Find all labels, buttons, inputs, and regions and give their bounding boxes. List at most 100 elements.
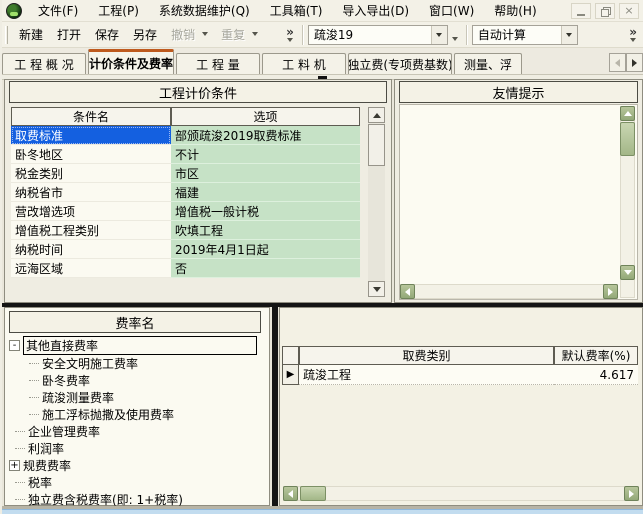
minimize-button[interactable]	[571, 2, 591, 19]
tree-item-label[interactable]: 独立费含税费率(即: 1+税率)	[28, 491, 183, 508]
tree-connector	[29, 379, 39, 381]
tips-scroll-down-button[interactable]	[620, 265, 635, 280]
tab-scroll-buttons	[609, 53, 643, 72]
tree-item-label[interactable]: 施工浮标抛撒及使用费率	[42, 406, 174, 423]
rate-hscroll-thumb[interactable]	[300, 486, 326, 501]
tree-item-regulation-fees[interactable]: + 规费费率	[9, 457, 71, 473]
toolbar-overflow-button-2[interactable]: »	[625, 26, 641, 42]
tree-item-enterprise-mgmt[interactable]: 企业管理费率	[15, 423, 100, 439]
tab-quantities[interactable]: 工 程 量	[176, 53, 260, 74]
new-button[interactable]: 新建	[12, 23, 50, 46]
tree-collapse-icon[interactable]: -	[9, 339, 20, 351]
tree-item-label[interactable]: 规费费率	[23, 457, 71, 474]
pricing-scroll-down-button[interactable]	[368, 281, 385, 297]
tree-item-safety-civilized[interactable]: 安全文明施工费率	[29, 355, 138, 371]
tab-scroll-left-button[interactable]	[609, 53, 626, 72]
combo-arrow-icon	[436, 32, 443, 37]
tips-scroll-left-button[interactable]	[400, 284, 415, 299]
tips-content[interactable]	[399, 104, 638, 300]
rate-scroll-right-button[interactable]	[624, 486, 639, 501]
tree-item-buoy-rate[interactable]: 施工浮标抛撒及使用费率	[29, 406, 174, 422]
tree-item-label[interactable]: 税率	[28, 474, 52, 491]
save-button[interactable]: 保存	[88, 23, 126, 46]
condition-name-cell[interactable]: 税金类别	[11, 164, 171, 183]
menu-project[interactable]: 工程(P)	[88, 0, 149, 22]
condition-value-cell[interactable]: 部颁疏浚2019取费标准	[171, 126, 360, 145]
tree-item-label[interactable]: 安全文明施工费率	[42, 355, 138, 372]
condition-name-cell[interactable]: 纳税时间	[11, 240, 171, 259]
open-button[interactable]: 打开	[50, 23, 88, 46]
tree-item-other-direct-fees[interactable]: - 其他直接费率	[9, 335, 257, 355]
tab-independent-fees[interactable]: 独立费(专项费基数)	[348, 53, 452, 74]
app-icon	[6, 2, 22, 19]
toolbar-overflow-button[interactable]: »	[282, 26, 298, 42]
calc-mode-combobox-button[interactable]	[560, 25, 577, 44]
condition-value-cell[interactable]: 市区	[171, 164, 360, 183]
fee-category-cell[interactable]: 疏浚工程	[299, 365, 554, 385]
tab-survey[interactable]: 测量、浮	[454, 53, 522, 74]
tips-scroll-right-button[interactable]	[603, 284, 618, 299]
rate-hscroll-track[interactable]	[283, 486, 639, 501]
condition-value-cell[interactable]: 福建	[171, 183, 360, 202]
condition-value-cell[interactable]: 不计	[171, 145, 360, 164]
column-header-option[interactable]: 选项	[171, 107, 360, 126]
menu-window[interactable]: 窗口(W)	[419, 0, 484, 22]
condition-name-cell[interactable]: 纳税省市	[11, 183, 171, 202]
tab-project-overview[interactable]: 工 程 概 况	[2, 53, 86, 74]
tree-item-label[interactable]: 企业管理费率	[28, 423, 100, 440]
default-rate-cell[interactable]: 4.617	[554, 365, 638, 385]
template-combo-extra-arrow-icon[interactable]	[451, 36, 458, 41]
tree-item-profit-rate[interactable]: 利润率	[15, 440, 64, 456]
pricing-scroll-thumb[interactable]	[368, 124, 385, 166]
tree-item-label[interactable]: 利润率	[28, 440, 64, 457]
template-combobox-value: 疏浚19	[313, 28, 354, 42]
column-header-fee-category[interactable]: 取费类别	[299, 346, 554, 365]
condition-name-cell[interactable]: 营改增选项	[11, 202, 171, 221]
tab-scroll-right-button[interactable]	[626, 53, 643, 72]
menu-file[interactable]: 文件(F)	[28, 0, 88, 22]
pricing-scroll-up-button[interactable]	[368, 107, 385, 123]
restore-button[interactable]	[595, 2, 615, 19]
tab-pricing-conditions[interactable]: 计价条件及费率	[88, 49, 174, 74]
redo-dropdown-icon[interactable]	[252, 32, 259, 36]
tree-item-label[interactable]: 卧冬费率	[42, 372, 90, 389]
template-combobox-button[interactable]	[430, 25, 447, 44]
condition-value-cell[interactable]: 吹填工程	[171, 221, 360, 240]
tree-item-label[interactable]: 疏浚测量费率	[42, 389, 114, 406]
condition-name-cell[interactable]: 远海区域	[11, 259, 171, 278]
undo-dropdown-icon[interactable]	[202, 32, 209, 36]
close-button[interactable]: ×	[619, 2, 639, 19]
tree-connector	[29, 396, 39, 398]
tree-item-winter-rate[interactable]: 卧冬费率	[29, 372, 90, 388]
column-header-default-rate[interactable]: 默认费率(%)	[554, 346, 638, 365]
toolbar-grip[interactable]	[5, 25, 8, 44]
tree-item-label[interactable]: 其他直接费率	[23, 335, 257, 355]
tree-item-tax-rate[interactable]: 税率	[15, 474, 52, 490]
template-combobox[interactable]: 疏浚19	[307, 24, 448, 45]
menu-system-data[interactable]: 系统数据维护(Q)	[149, 0, 260, 22]
vertical-splitter-bottom[interactable]	[272, 307, 278, 506]
tips-hscroll-track[interactable]	[400, 284, 618, 299]
condition-value-cell[interactable]: 否	[171, 259, 360, 278]
condition-name-cell[interactable]: 卧冬地区	[11, 145, 171, 164]
menu-toolbox[interactable]: 工具箱(T)	[260, 0, 333, 22]
tree-expand-icon[interactable]: +	[9, 459, 20, 471]
tips-panel: 友情提示	[394, 79, 643, 303]
condition-name-cell[interactable]: 取费标准	[11, 126, 171, 145]
row-selector-cell[interactable]: ▶	[282, 365, 299, 385]
menu-import-export[interactable]: 导入导出(D)	[332, 0, 419, 22]
condition-value-cell[interactable]: 增值税一般计税	[171, 202, 360, 221]
redo-button: 重复	[221, 28, 246, 42]
tree-item-dredge-survey-rate[interactable]: 疏浚测量费率	[29, 389, 114, 405]
tips-vscroll-thumb[interactable]	[620, 122, 635, 156]
tips-scroll-up-button[interactable]	[620, 106, 635, 121]
save-as-button[interactable]: 另存	[126, 23, 164, 46]
condition-name-cell[interactable]: 增值税工程类别	[11, 221, 171, 240]
tree-item-independent-fee-tax[interactable]: 独立费含税费率(即: 1+税率)	[15, 491, 183, 507]
column-header-condition-name[interactable]: 条件名	[11, 107, 171, 126]
calc-mode-combobox[interactable]: 自动计算	[471, 24, 578, 45]
menu-help[interactable]: 帮助(H)	[484, 0, 546, 22]
rate-scroll-left-button[interactable]	[283, 486, 298, 501]
condition-value-cell[interactable]: 2019年4月1日起	[171, 240, 360, 259]
tab-labor-material-machine[interactable]: 工 料 机	[262, 53, 346, 74]
